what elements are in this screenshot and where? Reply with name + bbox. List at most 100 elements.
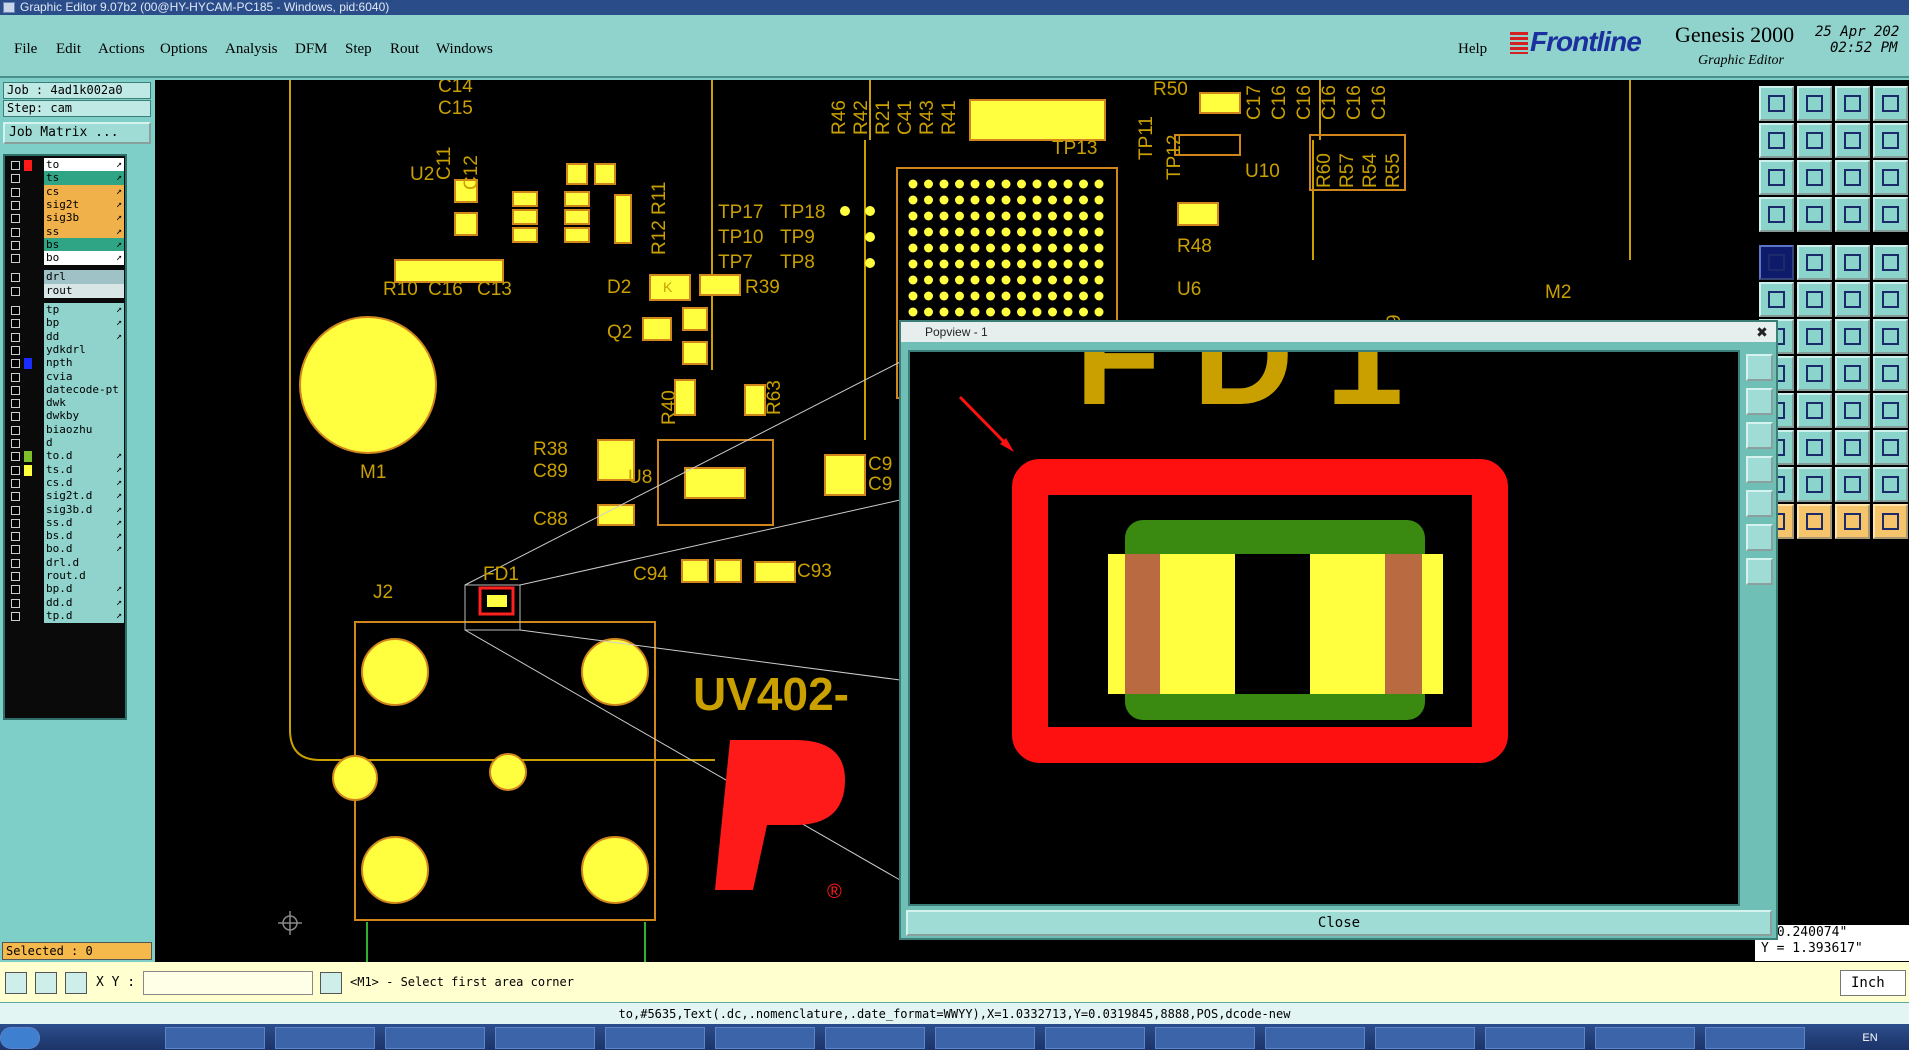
grid-tool-icon[interactable]: [65, 972, 87, 994]
layer-color-swatch[interactable]: [24, 451, 32, 463]
layer-checkbox[interactable]: [11, 174, 20, 184]
layer-row-ts[interactable]: ts ↗: [7, 171, 125, 186]
layer-color-swatch[interactable]: [24, 318, 32, 329]
toolbar-button[interactable]: [1759, 282, 1794, 317]
layer-checkbox[interactable]: [11, 611, 20, 621]
layer-row-biaozhu[interactable]: biaozhu: [7, 422, 125, 437]
taskbar-app[interactable]: [1265, 1027, 1365, 1049]
layer-color-swatch[interactable]: [24, 213, 32, 224]
menu-dfm[interactable]: DFM: [295, 41, 328, 58]
popview-canvas[interactable]: FD1: [908, 350, 1740, 906]
taskbar-app[interactable]: [385, 1027, 485, 1049]
taskbar-app[interactable]: [1155, 1027, 1255, 1049]
taskbar-app[interactable]: [1705, 1027, 1805, 1049]
layer-name[interactable]: bs ↗: [44, 237, 124, 252]
layer-name[interactable]: ss.d ↗: [44, 515, 124, 530]
layer-checkbox[interactable]: [11, 412, 20, 422]
toolbar-button[interactable]: [1835, 86, 1870, 121]
taskbar-app[interactable]: [715, 1027, 815, 1049]
layer-checkbox[interactable]: [11, 332, 20, 342]
layer-name[interactable]: npth: [44, 356, 124, 371]
toolbar-button[interactable]: [1835, 504, 1870, 539]
layer-checkbox[interactable]: [11, 478, 20, 488]
layer-row-dwk[interactable]: dwk: [7, 396, 125, 411]
layer-row-sig2t[interactable]: sig2t ↗: [7, 197, 125, 212]
layer-checkbox[interactable]: [11, 572, 20, 581]
layer-row-bo-d[interactable]: bo.d ↗: [7, 542, 125, 557]
layer-row-sig3b[interactable]: sig3b ↗: [7, 211, 125, 226]
layer-name[interactable]: ss ↗: [44, 224, 124, 239]
layer-checkbox[interactable]: [11, 240, 20, 250]
menu-step[interactable]: Step: [345, 41, 372, 58]
menu-file[interactable]: File: [14, 41, 37, 58]
layer-name[interactable]: sig2t.d ↗: [44, 489, 124, 504]
toolbar-button[interactable]: [1835, 356, 1870, 391]
layer-row-datecode-pt[interactable]: datecode-pt: [7, 382, 125, 397]
taskbar-app[interactable]: [935, 1027, 1035, 1049]
layer-row-ss-d[interactable]: ss.d ↗: [7, 515, 125, 530]
toolbar-button[interactable]: [1873, 86, 1908, 121]
toolbar-button[interactable]: [1835, 430, 1870, 465]
menu-windows[interactable]: Windows: [436, 41, 493, 58]
layer-row-drl[interactable]: drl: [7, 270, 125, 285]
layer-color-swatch[interactable]: [24, 611, 32, 622]
popview-tool-button[interactable]: [1746, 388, 1773, 415]
layer-color-swatch[interactable]: [24, 240, 32, 251]
layer-color-swatch[interactable]: [24, 227, 32, 238]
layer-name[interactable]: dd ↗: [44, 329, 124, 344]
layer-color-swatch[interactable]: [24, 345, 32, 356]
layer-name[interactable]: to ↗: [44, 158, 124, 172]
layer-row-bp[interactable]: bp ↗: [7, 316, 125, 331]
layer-row-tp[interactable]: tp ↗: [7, 303, 125, 317]
layer-color-swatch[interactable]: [24, 478, 32, 489]
layer-color-swatch[interactable]: [24, 464, 32, 476]
layer-name[interactable]: bo ↗: [44, 251, 124, 266]
layer-name[interactable]: ts ↗: [44, 171, 124, 186]
taskbar-app[interactable]: [825, 1027, 925, 1049]
layer-color-swatch[interactable]: [24, 385, 32, 396]
layer-checkbox[interactable]: [11, 452, 20, 462]
layer-color-swatch[interactable]: [24, 200, 32, 211]
taskbar-app[interactable]: [165, 1027, 265, 1049]
toolbar-button[interactable]: [1873, 393, 1908, 428]
taskbar-app[interactable]: [1375, 1027, 1475, 1049]
layer-name[interactable]: dwkby: [44, 409, 124, 424]
layer-checkbox[interactable]: [11, 518, 20, 528]
layer-row-rout[interactable]: rout: [7, 283, 125, 298]
toolbar-button[interactable]: [1759, 160, 1794, 195]
layer-color-swatch[interactable]: [24, 187, 32, 198]
toolbar-button[interactable]: [1797, 504, 1832, 539]
menu-edit[interactable]: Edit: [56, 41, 81, 58]
layer-name[interactable]: sig3b.d ↗: [44, 502, 124, 517]
layer-row-to-d[interactable]: to.d ↗: [7, 449, 125, 464]
menu-help[interactable]: Help: [1458, 41, 1487, 58]
layer-color-swatch[interactable]: [24, 160, 32, 171]
job-matrix-button[interactable]: Job Matrix ...: [3, 122, 151, 144]
layer-name[interactable]: datecode-pt: [44, 382, 124, 397]
toolbar-button[interactable]: [1873, 160, 1908, 195]
popview-titlebar[interactable]: Popview - 1: [901, 322, 1776, 342]
layer-checkbox[interactable]: [11, 345, 20, 355]
layer-name[interactable]: bp ↗: [44, 316, 124, 331]
taskbar-app[interactable]: [1595, 1027, 1695, 1049]
layer-checkbox[interactable]: [11, 273, 20, 283]
layer-color-swatch[interactable]: [24, 518, 32, 529]
layer-row-cs-d[interactable]: cs.d ↗: [7, 475, 125, 490]
layer-row-bs[interactable]: bs ↗: [7, 237, 125, 252]
toolbar-button[interactable]: [1873, 123, 1908, 158]
popview-close-button[interactable]: Close: [906, 910, 1772, 936]
layer-color-swatch[interactable]: [24, 438, 32, 449]
layer-row-to[interactable]: to ↗: [7, 158, 125, 172]
language-indicator[interactable]: EN: [1840, 1027, 1900, 1049]
layer-color-swatch[interactable]: [24, 598, 32, 609]
toolbar-button[interactable]: [1873, 467, 1908, 502]
unit-selector[interactable]: Inch: [1840, 970, 1906, 996]
toolbar-button[interactable]: [1797, 197, 1832, 232]
layer-name[interactable]: ydkdrl: [44, 342, 124, 357]
layer-color-swatch[interactable]: [24, 272, 32, 283]
layer-checkbox[interactable]: [11, 585, 20, 595]
layer-checkbox[interactable]: [11, 187, 20, 197]
toolbar-button[interactable]: [1797, 86, 1832, 121]
layer-row-dd[interactable]: dd ↗: [7, 329, 125, 344]
layer-color-swatch[interactable]: [24, 544, 32, 555]
